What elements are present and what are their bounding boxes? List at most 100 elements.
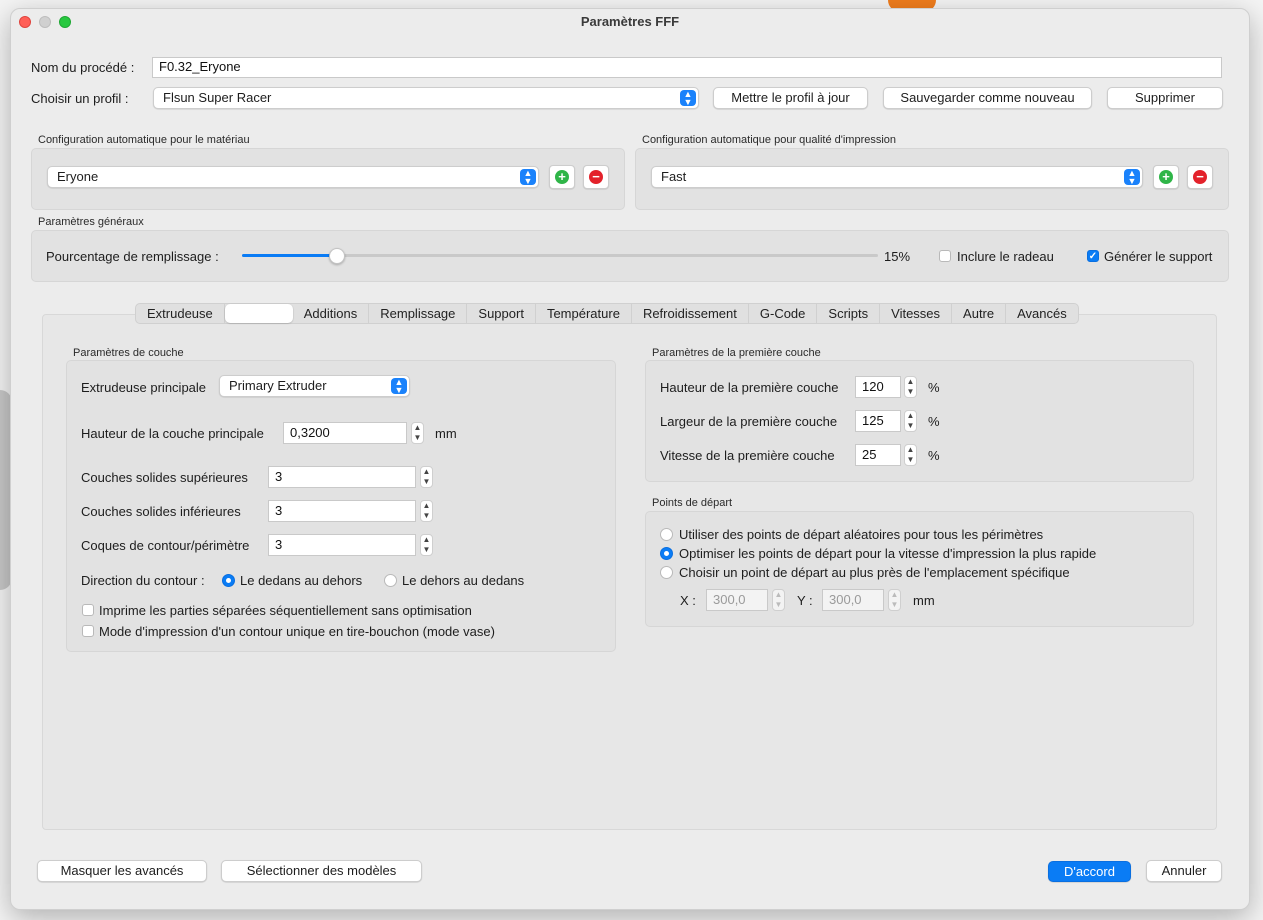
perimeter-shells-stepper[interactable]: ▲ ▼ (420, 534, 433, 556)
first-layer-height-label: Hauteur de la première couche (660, 380, 839, 395)
contour-direction-label: Direction du contour : (81, 573, 205, 588)
inside-out-radio[interactable] (222, 574, 235, 587)
first-layer-speed-stepper[interactable]: ▲ ▼ (904, 444, 917, 466)
first-layer-speed-input[interactable]: 25 (855, 444, 901, 466)
raft-checkbox[interactable] (939, 250, 951, 262)
add-material-button[interactable]: + (549, 165, 575, 189)
main-layer-height-input[interactable]: 0,3200 (283, 422, 407, 444)
main-extruder-label: Extrudeuse principale (81, 380, 207, 395)
tab-remplissage[interactable]: Remplissage (369, 304, 468, 323)
optimize-start-label: Optimiser les points de départ pour la v… (679, 546, 1097, 561)
remove-material-button[interactable]: − (583, 165, 609, 189)
specific-start-label: Choisir un point de départ au plus près … (679, 565, 1070, 580)
update-profile-button[interactable]: Mettre le profil à jour (713, 87, 868, 109)
tab-scripts[interactable]: Scripts (817, 304, 881, 323)
bottom-solid-layers-input[interactable]: 3 (268, 500, 416, 522)
tab-selected[interactable] (224, 304, 293, 323)
first-layer-speed-label: Vitesse de la première couche (660, 448, 835, 463)
material-select-value: Eryone (57, 169, 99, 184)
start-x-label: X : (680, 593, 696, 608)
first-layer-title: Paramètres de la première couche (652, 347, 821, 359)
settings-tabs: Extrudeuse Additions Remplissage Support Tem… (135, 303, 1079, 324)
first-layer-height-unit: % (928, 380, 940, 395)
minus-icon: − (589, 170, 603, 184)
inside-out-label: Le dedans au dehors (240, 573, 363, 588)
chevron-updown-icon: ▲ ▼ (391, 378, 407, 395)
sequential-print-label: Imprime les parties séparées séquentiell… (99, 603, 472, 618)
zoom-window-button[interactable] (59, 16, 71, 28)
perimeter-shells-label: Coques de contour/périmètre (81, 538, 250, 553)
quality-select-value: Fast (661, 169, 687, 184)
infill-value: 15% (884, 249, 911, 264)
remove-quality-button[interactable]: − (1187, 165, 1213, 189)
tab-extrudeuse[interactable]: Extrudeuse (136, 304, 225, 323)
first-layer-height-input[interactable]: 120 (855, 376, 901, 398)
minus-icon: − (1193, 170, 1207, 184)
optimize-start-radio[interactable] (660, 547, 673, 560)
main-layer-height-stepper[interactable]: ▲ ▼ (411, 422, 424, 444)
sequential-print-checkbox[interactable] (82, 604, 94, 616)
chevron-updown-icon: ▲ ▼ (520, 169, 536, 186)
first-layer-height-stepper[interactable]: ▲ ▼ (904, 376, 917, 398)
tab-support[interactable]: Support (467, 304, 536, 323)
minimize-window-button[interactable] (39, 16, 51, 28)
window-title: Paramètres FFF (580, 14, 680, 29)
delete-profile-button[interactable]: Supprimer (1107, 87, 1223, 109)
chevron-updown-icon: ▲ ▼ (680, 90, 696, 107)
layer-params-title: Paramètres de couche (73, 347, 184, 359)
general-settings-title: Paramètres généraux (38, 216, 144, 228)
top-solid-layers-input[interactable]: 3 (268, 466, 416, 488)
tab-g-code[interactable]: G-Code (749, 304, 818, 323)
material-config-title: Configuration automatique pour le matéri… (38, 134, 250, 146)
infill-slider-fill (242, 254, 337, 257)
raft-label: Inclure le radeau (957, 249, 1054, 264)
ok-button[interactable]: D'accord (1048, 861, 1131, 882)
first-layer-speed-unit: % (928, 448, 940, 463)
start-unit: mm (913, 593, 935, 608)
outside-in-label: Le dehors au dedans (402, 573, 525, 588)
main-extruder-value: Primary Extruder (229, 378, 327, 393)
start-x-input[interactable]: 300,0 (706, 589, 768, 611)
infill-slider-handle[interactable] (329, 248, 345, 264)
hide-advanced-button[interactable]: Masquer les avancés (37, 860, 207, 882)
quality-select[interactable]: Fast ▲ ▼ (651, 166, 1143, 188)
process-name-label: Nom du procédé : (31, 60, 135, 75)
start-y-input[interactable]: 300,0 (822, 589, 884, 611)
close-window-button[interactable] (19, 16, 31, 28)
support-checkbox[interactable]: ✓ (1087, 250, 1099, 262)
top-solid-layers-label: Couches solides supérieures (81, 470, 248, 485)
save-as-new-button[interactable]: Sauvegarder comme nouveau (883, 87, 1092, 109)
profile-label: Choisir un profil : (31, 91, 129, 106)
cancel-button[interactable]: Annuler (1146, 860, 1222, 882)
random-start-radio[interactable] (660, 528, 673, 541)
first-layer-width-input[interactable]: 125 (855, 410, 901, 432)
add-quality-button[interactable]: + (1153, 165, 1179, 189)
settings-window: Paramètres FFF Nom du procédé : F0.32_Er… (10, 8, 1250, 910)
tab-vitesses[interactable]: Vitesses (880, 304, 953, 323)
outside-in-radio[interactable] (384, 574, 397, 587)
main-extruder-select[interactable]: Primary Extruder ▲ ▼ (219, 375, 410, 397)
tab-temp-rature[interactable]: Température (536, 304, 632, 323)
material-select[interactable]: Eryone ▲ ▼ (47, 166, 539, 188)
profile-select[interactable]: Flsun Super Racer ▲ ▼ (153, 87, 699, 109)
select-models-button[interactable]: Sélectionner des modèles (221, 860, 422, 882)
tab-refroidissement[interactable]: Refroidissement (632, 304, 749, 323)
main-layer-height-label: Hauteur de la couche principale (81, 426, 264, 441)
chevron-updown-icon: ▲ ▼ (1124, 169, 1140, 186)
support-label: Générer le support (1104, 249, 1213, 264)
start-points-title: Points de départ (652, 497, 733, 509)
bottom-solid-layers-stepper[interactable]: ▲ ▼ (420, 500, 433, 522)
specific-start-radio[interactable] (660, 566, 673, 579)
start-y-stepper[interactable]: ▲ ▼ (888, 589, 901, 611)
tab-avanc-s[interactable]: Avancés (1006, 304, 1078, 323)
first-layer-width-stepper[interactable]: ▲ ▼ (904, 410, 917, 432)
tab-additions[interactable]: Additions (293, 304, 370, 323)
start-x-stepper[interactable]: ▲ ▼ (772, 589, 785, 611)
tab-autre[interactable]: Autre (952, 304, 1007, 323)
top-solid-layers-stepper[interactable]: ▲ ▼ (420, 466, 433, 488)
quality-config-title: Configuration automatique pour qualité d… (642, 134, 897, 146)
first-layer-width-label: Largeur de la première couche (660, 414, 838, 429)
vase-mode-checkbox[interactable] (82, 625, 94, 637)
perimeter-shells-input[interactable]: 3 (268, 534, 416, 556)
process-name-input[interactable]: F0.32_Eryone (152, 57, 1222, 78)
